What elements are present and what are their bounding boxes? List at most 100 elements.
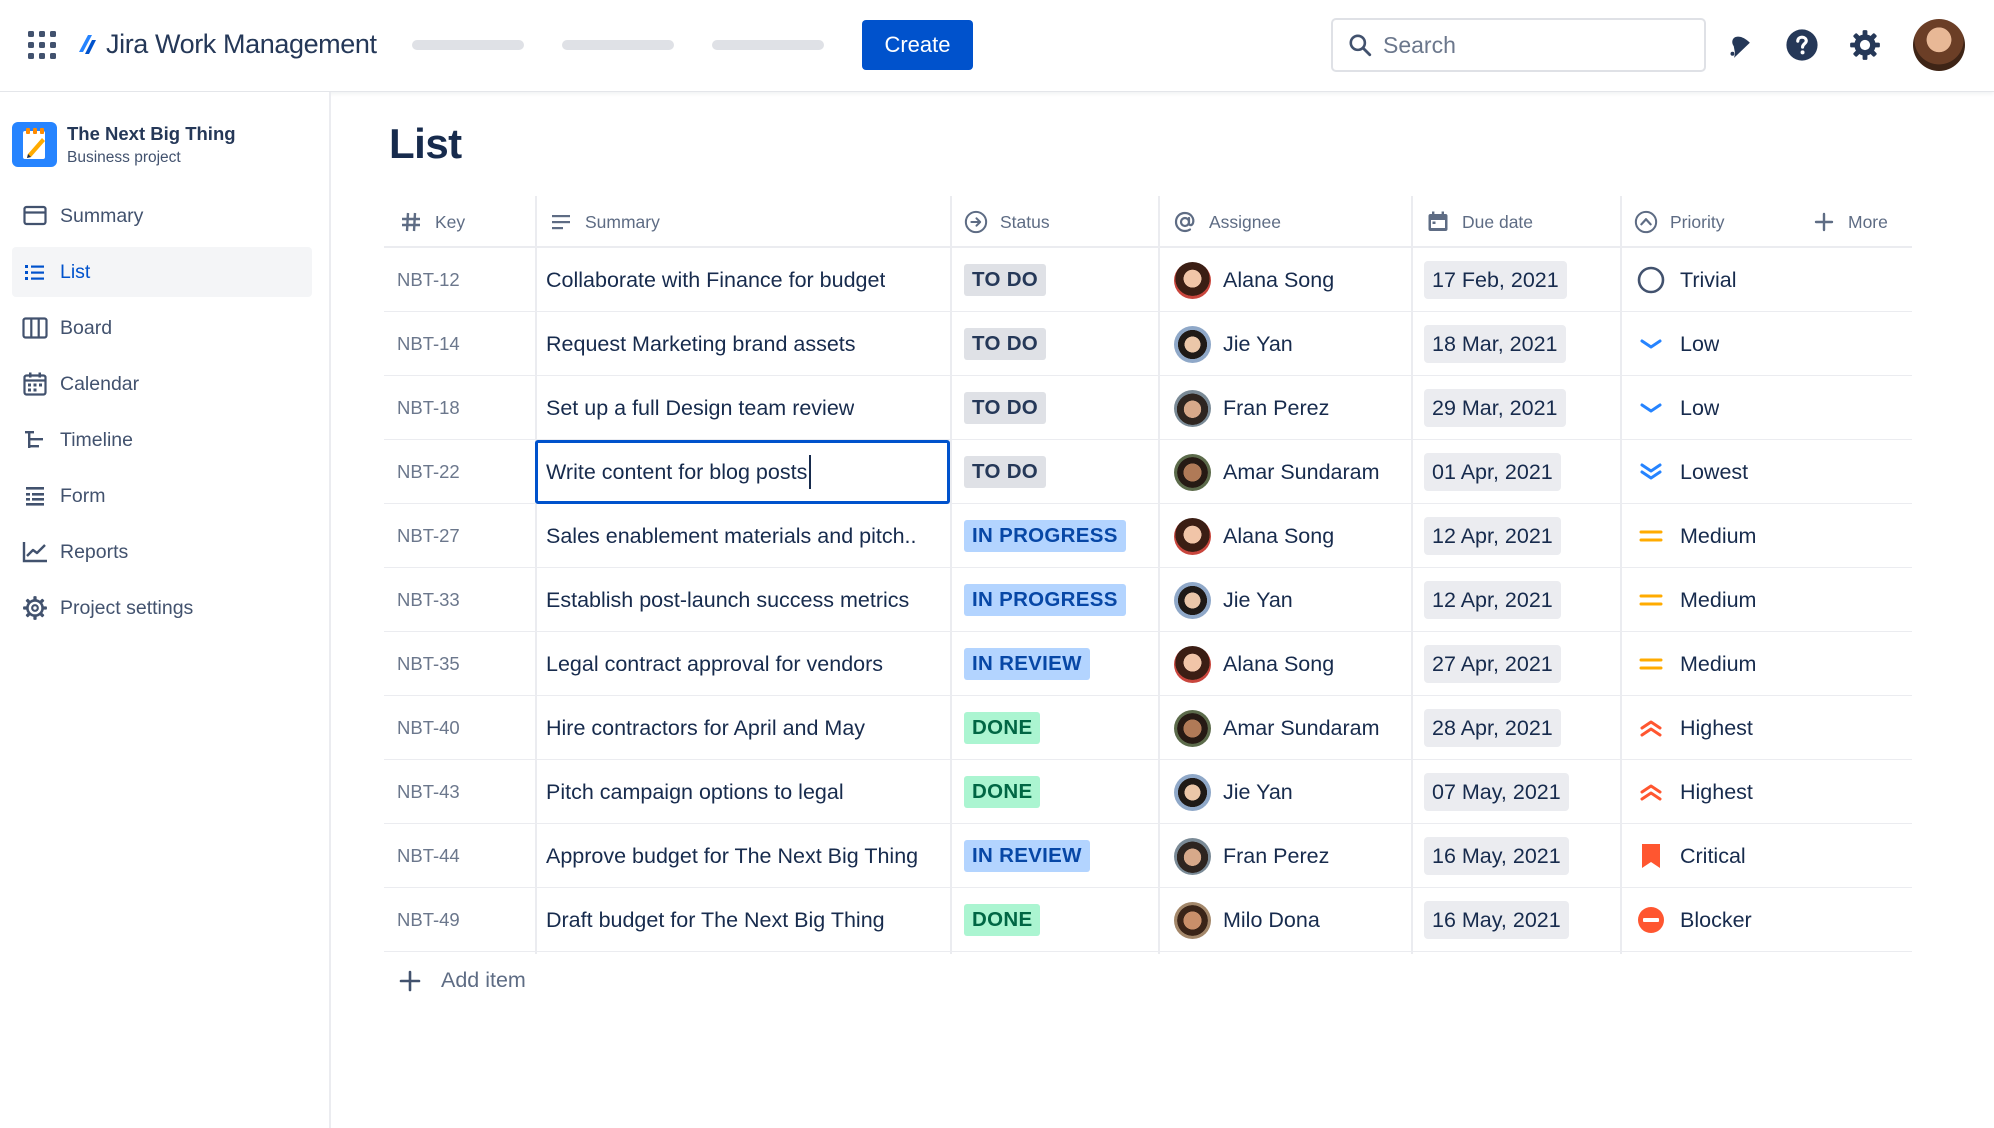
assignee-cell[interactable]: Alana Song bbox=[1174, 504, 1334, 568]
assignee-cell[interactable]: Alana Song bbox=[1174, 248, 1334, 312]
sidebar-item-board[interactable]: Board bbox=[12, 303, 312, 353]
table-row[interactable]: NBT-43 Pitch campaign options to legal DON… bbox=[384, 760, 1912, 824]
priority-cell[interactable]: Critical bbox=[1636, 824, 1746, 888]
summary-cell[interactable]: Draft budget for The Next Big Thing bbox=[546, 888, 956, 952]
due-date-cell[interactable]: 17 Feb, 2021 bbox=[1424, 248, 1567, 312]
column-header-summary[interactable]: Summary bbox=[549, 196, 660, 248]
search-input[interactable] bbox=[1383, 31, 1683, 59]
due-date-cell[interactable]: 18 Mar, 2021 bbox=[1424, 312, 1566, 376]
status-cell[interactable]: IN PROGRESS bbox=[964, 504, 1126, 568]
assignee-cell[interactable]: Milo Dona bbox=[1174, 888, 1320, 952]
nav-placeholder-1[interactable] bbox=[412, 40, 524, 50]
search-box[interactable] bbox=[1331, 18, 1706, 72]
summary-cell[interactable]: Legal contract approval for vendors bbox=[546, 632, 956, 696]
summary-cell[interactable]: Approve budget for The Next Big Thing bbox=[546, 824, 956, 888]
issue-key[interactable]: NBT-22 bbox=[397, 440, 527, 504]
due-date-cell[interactable]: 16 May, 2021 bbox=[1424, 824, 1569, 888]
summary-cell[interactable]: Hire contractors for April and May bbox=[546, 696, 956, 760]
summary-cell[interactable]: Establish post-launch success metrics bbox=[546, 568, 956, 632]
status-cell[interactable]: DONE bbox=[964, 696, 1041, 760]
priority-cell[interactable]: Highest bbox=[1636, 696, 1753, 760]
issue-key[interactable]: NBT-40 bbox=[397, 696, 527, 760]
status-cell[interactable]: IN REVIEW bbox=[964, 824, 1090, 888]
issue-key[interactable]: NBT-18 bbox=[397, 376, 527, 440]
table-row[interactable]: NBT-44 Approve budget for The Next Big Th… bbox=[384, 824, 1912, 888]
priority-cell[interactable]: Lowest bbox=[1636, 440, 1748, 504]
issue-key[interactable]: NBT-27 bbox=[397, 504, 527, 568]
summary-cell[interactable]: Set up a full Design team review bbox=[546, 376, 956, 440]
summary-cell[interactable]: Pitch campaign options to legal bbox=[546, 760, 956, 824]
status-cell[interactable]: TO DO bbox=[964, 440, 1047, 504]
assignee-cell[interactable]: Amar Sundaram bbox=[1174, 696, 1380, 760]
assignee-cell[interactable]: Jie Yan bbox=[1174, 312, 1293, 376]
table-row[interactable]: NBT-40 Hire contractors for April and May… bbox=[384, 696, 1912, 760]
table-row[interactable]: NBT-33 Establish post-launch success metr… bbox=[384, 568, 1912, 632]
table-row[interactable]: NBT-18 Set up a full Design team review TO… bbox=[384, 376, 1912, 440]
status-cell[interactable]: IN REVIEW bbox=[964, 632, 1090, 696]
status-cell[interactable]: TO DO bbox=[964, 312, 1047, 376]
column-header-status[interactable]: Status bbox=[964, 196, 1050, 248]
column-header-priority[interactable]: Priority bbox=[1634, 196, 1724, 248]
summary-cell[interactable]: Request Marketing brand assets bbox=[546, 312, 956, 376]
sidebar-item-calendar[interactable]: Calendar bbox=[12, 359, 312, 409]
nav-placeholder-2[interactable] bbox=[562, 40, 674, 50]
issue-key[interactable]: NBT-44 bbox=[397, 824, 527, 888]
product-logo[interactable]: Jira Work Management bbox=[76, 26, 377, 62]
priority-cell[interactable]: Trivial bbox=[1636, 248, 1737, 312]
table-row[interactable]: NBT-35 Legal contract approval for vendor… bbox=[384, 632, 1912, 696]
sidebar-item-reports[interactable]: Reports bbox=[12, 527, 312, 577]
app-switcher-icon[interactable] bbox=[28, 31, 56, 59]
priority-cell[interactable]: Highest bbox=[1636, 760, 1753, 824]
summary-cell[interactable]: Collaborate with Finance for budget bbox=[546, 248, 956, 312]
settings-gear-icon[interactable] bbox=[1847, 27, 1883, 63]
sidebar-item-form[interactable]: Form bbox=[12, 471, 312, 521]
project-header[interactable]: The Next Big Thing Business project bbox=[12, 122, 236, 167]
issue-key[interactable]: NBT-35 bbox=[397, 632, 527, 696]
assignee-cell[interactable]: Fran Perez bbox=[1174, 824, 1329, 888]
priority-cell[interactable]: Medium bbox=[1636, 632, 1756, 696]
column-header-more[interactable]: More bbox=[1812, 196, 1888, 248]
due-date-cell[interactable]: 07 May, 2021 bbox=[1424, 760, 1569, 824]
column-header-assignee[interactable]: Assignee bbox=[1173, 196, 1281, 248]
assignee-cell[interactable]: Alana Song bbox=[1174, 632, 1334, 696]
due-date-cell[interactable]: 01 Apr, 2021 bbox=[1424, 440, 1561, 504]
sidebar-item-summary[interactable]: Summary bbox=[12, 191, 312, 241]
table-row[interactable]: NBT-49 Draft budget for The Next Big Thin… bbox=[384, 888, 1912, 952]
status-cell[interactable]: DONE bbox=[964, 760, 1041, 824]
add-item-button[interactable]: Add item bbox=[399, 968, 526, 993]
status-cell[interactable]: TO DO bbox=[964, 376, 1047, 440]
status-cell[interactable]: TO DO bbox=[964, 248, 1047, 312]
priority-cell[interactable]: Blocker bbox=[1636, 888, 1752, 952]
table-row[interactable]: NBT-14 Request Marketing brand assets TO D… bbox=[384, 312, 1912, 376]
due-date-cell[interactable]: 29 Mar, 2021 bbox=[1424, 376, 1566, 440]
column-header-key[interactable]: Key bbox=[399, 196, 465, 248]
summary-cell[interactable]: Sales enablement materials and pitch.. bbox=[546, 504, 956, 568]
notifications-icon[interactable] bbox=[1722, 27, 1758, 63]
profile-avatar[interactable] bbox=[1913, 19, 1965, 71]
sidebar-item-list[interactable]: List bbox=[12, 247, 312, 297]
due-date-cell[interactable]: 12 Apr, 2021 bbox=[1424, 568, 1561, 632]
issue-key[interactable]: NBT-14 bbox=[397, 312, 527, 376]
status-cell[interactable]: IN PROGRESS bbox=[964, 568, 1126, 632]
table-row[interactable]: NBT-12 Collaborate with Finance for budge… bbox=[384, 248, 1912, 312]
issue-key[interactable]: NBT-43 bbox=[397, 760, 527, 824]
column-header-due-date[interactable]: Due date bbox=[1426, 196, 1533, 248]
priority-cell[interactable]: Low bbox=[1636, 376, 1719, 440]
issue-key[interactable]: NBT-49 bbox=[397, 888, 527, 952]
table-row[interactable]: NBT-27 Sales enablement materials and pit… bbox=[384, 504, 1912, 568]
due-date-cell[interactable]: 27 Apr, 2021 bbox=[1424, 632, 1561, 696]
create-button[interactable]: Create bbox=[862, 20, 973, 70]
sidebar-item-timeline[interactable]: Timeline bbox=[12, 415, 312, 465]
assignee-cell[interactable]: Jie Yan bbox=[1174, 568, 1293, 632]
assignee-cell[interactable]: Jie Yan bbox=[1174, 760, 1293, 824]
sidebar-item-project-settings[interactable]: Project settings bbox=[12, 583, 312, 633]
assignee-cell[interactable]: Amar Sundaram bbox=[1174, 440, 1380, 504]
priority-cell[interactable]: Medium bbox=[1636, 504, 1756, 568]
help-icon[interactable] bbox=[1784, 27, 1820, 63]
summary-edit-field[interactable]: Write content for blog posts bbox=[535, 440, 950, 504]
due-date-cell[interactable]: 12 Apr, 2021 bbox=[1424, 504, 1561, 568]
status-cell[interactable]: DONE bbox=[964, 888, 1041, 952]
issue-key[interactable]: NBT-12 bbox=[397, 248, 527, 312]
issue-key[interactable]: NBT-33 bbox=[397, 568, 527, 632]
due-date-cell[interactable]: 28 Apr, 2021 bbox=[1424, 696, 1561, 760]
